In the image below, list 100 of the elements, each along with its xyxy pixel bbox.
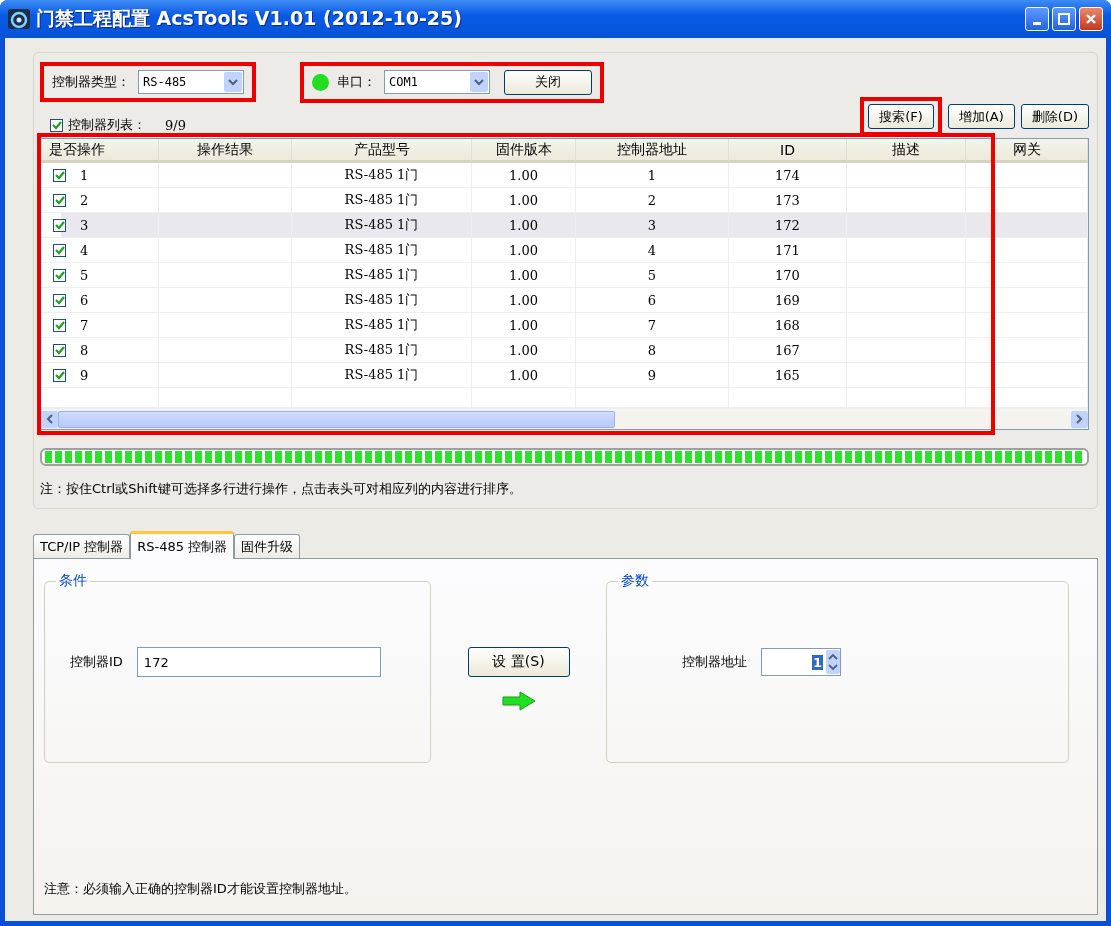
table-cell: 165 (775, 367, 800, 383)
controller-list-label: 控制器列表： (68, 116, 146, 134)
hint-text: 注：按住Ctrl或Shift键可选择多行进行操作，点击表头可对相应列的内容进行排序。 (40, 480, 523, 498)
tab[interactable]: TCP/IP 控制器 (33, 534, 131, 558)
maximize-button[interactable] (1052, 7, 1076, 31)
chevron-right-icon (1076, 414, 1083, 424)
window-title: 门禁工程配置 AcsTools V1.01 (2012-10-25) (36, 6, 463, 31)
minimize-icon (1033, 21, 1041, 25)
table-cell: 3 (80, 217, 89, 233)
table-cell: RS-485 1门 (344, 291, 419, 309)
table-cell: RS-485 1门 (344, 166, 419, 184)
table-cell: 1.00 (509, 367, 538, 383)
tab[interactable]: RS-485 控制器 (130, 531, 235, 559)
table-cell: 4 (647, 242, 657, 258)
table-cell: 170 (775, 267, 800, 283)
table-cell: 172 (775, 217, 800, 233)
column-header[interactable]: ID (729, 139, 847, 163)
table-cell: 7 (80, 317, 89, 333)
controller-address-label: 控制器地址 (682, 653, 747, 671)
table-row[interactable]: 4 RS-485 1门 1.00 4 171 (41, 238, 1088, 263)
checkbox[interactable] (53, 193, 66, 207)
table-row[interactable]: 7 RS-485 1门 1.00 7 168 (41, 313, 1088, 338)
table-row[interactable]: 6 RS-485 1门 1.00 6 169 (41, 288, 1088, 313)
table-cell: 9 (647, 367, 657, 383)
action-button[interactable]: 删除(D) (1020, 104, 1089, 129)
controller-type-label: 控制器类型： (52, 73, 130, 91)
address-spinner[interactable]: 1 (761, 648, 841, 676)
checkbox[interactable] (53, 368, 66, 382)
column-header[interactable]: 是否操作 (41, 139, 159, 163)
table-cell: 167 (775, 342, 800, 358)
table-cell: 7 (647, 317, 657, 333)
table-cell: 1.00 (509, 242, 538, 258)
table-row[interactable]: 9 RS-485 1门 1.00 9 165 (41, 363, 1088, 388)
table-cell: 1.00 (509, 342, 538, 358)
table-cell: 1.00 (509, 317, 538, 333)
checkbox[interactable] (53, 293, 66, 307)
arrow-right-icon (501, 691, 536, 711)
table-cell: 171 (775, 242, 800, 258)
table-cell: RS-485 1门 (344, 241, 419, 259)
minimize-button[interactable] (1025, 7, 1049, 31)
table-cell: 3 (647, 217, 657, 233)
table-cell: 1.00 (509, 267, 538, 283)
set-button[interactable]: 设 置(S) (467, 647, 570, 677)
column-header[interactable]: 产品型号 (292, 139, 472, 163)
table-cell: 1.00 (509, 167, 538, 183)
table-cell: RS-485 1门 (344, 366, 419, 384)
column-header[interactable]: 控制器地址 (576, 139, 729, 163)
table-cell: 1.00 (509, 217, 538, 233)
table-cell: 169 (775, 292, 800, 308)
action-button[interactable]: 增加(A) (947, 104, 1015, 129)
table-cell: 5 (80, 267, 89, 283)
maximize-icon (1058, 13, 1070, 25)
checkbox[interactable] (53, 243, 66, 257)
action-button[interactable]: 搜索(F) (868, 104, 934, 129)
controller-id-field[interactable]: 172 (136, 647, 381, 677)
table-row[interactable]: 8 RS-485 1门 1.00 8 167 (41, 338, 1088, 363)
horizontal-scrollbar[interactable] (41, 408, 1088, 429)
table-cell: RS-485 1门 (344, 191, 419, 209)
column-header[interactable]: 操作结果 (159, 139, 292, 163)
table-cell: RS-485 1门 (344, 216, 419, 234)
checkbox[interactable] (53, 343, 66, 357)
serial-port-dropdown[interactable]: COM1 (384, 70, 490, 94)
checkbox[interactable] (53, 268, 66, 282)
table-cell: RS-485 1门 (344, 316, 419, 334)
table-cell: RS-485 1门 (344, 266, 419, 284)
table-cell: 9 (80, 367, 89, 383)
table-cell: RS-485 1门 (344, 341, 419, 359)
checkbox[interactable] (53, 318, 66, 332)
table-cell: 2 (647, 192, 657, 208)
table-cell: 5 (647, 267, 657, 283)
table-cell: 6 (647, 292, 657, 308)
table-cell: 1 (80, 167, 89, 183)
table-cell: 8 (647, 342, 657, 358)
table-row[interactable]: 1 RS-485 1门 1.00 1 174 (41, 163, 1088, 188)
table-cell: 173 (775, 192, 800, 208)
chevron-down-icon (228, 78, 238, 86)
controller-type-dropdown[interactable]: RS-485 (138, 70, 244, 94)
table-row[interactable]: 3 RS-485 1门 1.00 3 172 (41, 213, 1088, 238)
tab[interactable]: 固件升级 (234, 534, 301, 558)
table-cell: 168 (775, 317, 800, 333)
app-logo-icon (8, 9, 30, 29)
column-header[interactable]: 网关 (966, 139, 1088, 163)
close-icon (1085, 13, 1097, 25)
table-cell: 4 (80, 242, 89, 258)
table-cell: 6 (80, 292, 89, 308)
close-button[interactable] (1079, 7, 1103, 31)
spinner-arrows-icon (826, 650, 840, 674)
table-cell: 1.00 (509, 192, 538, 208)
column-header[interactable]: 描述 (847, 139, 966, 163)
close-port-button[interactable]: 关闭 (504, 69, 592, 95)
table-cell: 8 (80, 342, 89, 358)
column-header[interactable]: 固件版本 (472, 139, 576, 163)
controller-id-label: 控制器ID (70, 653, 123, 671)
chevron-left-icon (46, 414, 53, 424)
checkbox[interactable] (50, 118, 63, 132)
checkbox[interactable] (53, 218, 66, 232)
table-cell: 174 (775, 167, 800, 183)
table-row[interactable]: 5 RS-485 1门 1.00 5 170 (41, 263, 1088, 288)
checkbox[interactable] (53, 168, 66, 182)
warning-text: 注意：必须输入正确的控制器ID才能设置控制器地址。 (44, 880, 358, 898)
